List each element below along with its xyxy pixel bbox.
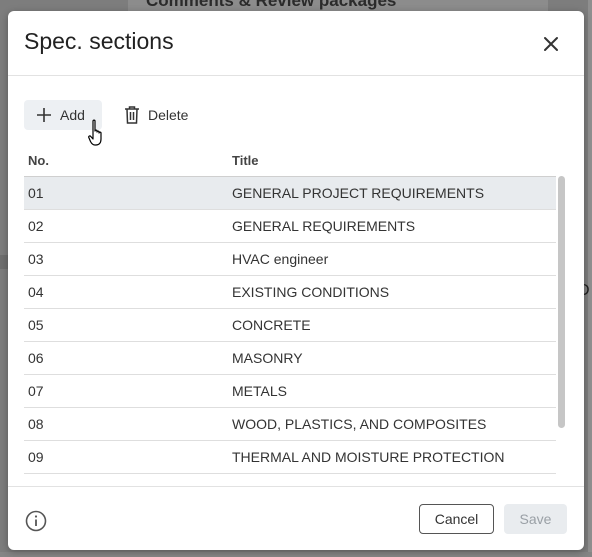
close-icon bbox=[544, 37, 558, 51]
table-scrollbar[interactable] bbox=[558, 176, 565, 428]
hand-pointer-icon bbox=[88, 119, 102, 146]
table-row[interactable]: 09 THERMAL AND MOISTURE PROTECTION bbox=[24, 441, 556, 474]
trash-icon bbox=[125, 106, 139, 124]
close-button[interactable] bbox=[538, 31, 564, 57]
cell-title: WOOD, PLASTICS, AND COMPOSITES bbox=[232, 416, 487, 432]
spec-sections-dialog: Spec. sections Add Delete No. Title 01 G… bbox=[8, 11, 584, 550]
cell-title: THERMAL AND MOISTURE PROTECTION bbox=[232, 449, 505, 465]
save-button[interactable]: Save bbox=[504, 504, 567, 534]
plus-icon bbox=[37, 108, 51, 122]
table-row[interactable]: 06 MASONRY bbox=[24, 342, 556, 375]
delete-button-label: Delete bbox=[148, 107, 189, 123]
cell-no: 09 bbox=[28, 449, 44, 465]
background-right-panel bbox=[588, 0, 592, 557]
dialog-title: Spec. sections bbox=[24, 28, 174, 54]
background-bottom bbox=[0, 552, 592, 557]
cell-title: GENERAL REQUIREMENTS bbox=[232, 218, 416, 234]
table-row[interactable]: 05 CONCRETE bbox=[24, 309, 556, 342]
table-row[interactable]: 01 GENERAL PROJECT REQUIREMENTS bbox=[24, 177, 556, 210]
cancel-button[interactable]: Cancel bbox=[419, 504, 494, 534]
table-row[interactable]: 02 GENERAL REQUIREMENTS bbox=[24, 210, 556, 243]
table-body: 01 GENERAL PROJECT REQUIREMENTS 02 GENER… bbox=[24, 177, 556, 486]
cell-no: 07 bbox=[28, 383, 44, 399]
dialog-header: Spec. sections bbox=[8, 11, 584, 76]
cell-no: 04 bbox=[28, 284, 44, 300]
background-heading: Comments & Review packages bbox=[146, 0, 397, 10]
table-row[interactable]: 03 HVAC engineer bbox=[24, 243, 556, 276]
column-header-title[interactable]: Title bbox=[232, 153, 259, 168]
cell-title: GENERAL PROJECT REQUIREMENTS bbox=[232, 185, 485, 201]
info-icon[interactable] bbox=[25, 510, 47, 532]
cell-title: MASONRY bbox=[232, 350, 303, 366]
dialog-footer: Cancel Save bbox=[8, 486, 584, 550]
table-row[interactable]: 08 WOOD, PLASTICS, AND COMPOSITES bbox=[24, 408, 556, 441]
cell-title: EXISTING CONDITIONS bbox=[232, 284, 390, 300]
table-row[interactable]: 04 EXISTING CONDITIONS bbox=[24, 276, 556, 309]
spec-sections-table: No. Title 01 GENERAL PROJECT REQUIREMENT… bbox=[24, 148, 556, 486]
table-row[interactable]: 07 METALS bbox=[24, 375, 556, 408]
cell-no: 05 bbox=[28, 317, 44, 333]
cell-title: HVAC engineer bbox=[232, 251, 329, 267]
cell-title: METALS bbox=[232, 383, 287, 399]
table-header: No. Title bbox=[24, 148, 556, 177]
cell-no: 01 bbox=[28, 185, 44, 201]
cell-title: CONCRETE bbox=[232, 317, 311, 333]
cell-no: 03 bbox=[28, 251, 44, 267]
cell-no: 06 bbox=[28, 350, 44, 366]
cell-no: 08 bbox=[28, 416, 44, 432]
delete-button[interactable]: Delete bbox=[120, 100, 200, 130]
add-button-label: Add bbox=[60, 107, 85, 123]
cell-no: 02 bbox=[28, 218, 44, 234]
column-header-no[interactable]: No. bbox=[28, 153, 49, 168]
